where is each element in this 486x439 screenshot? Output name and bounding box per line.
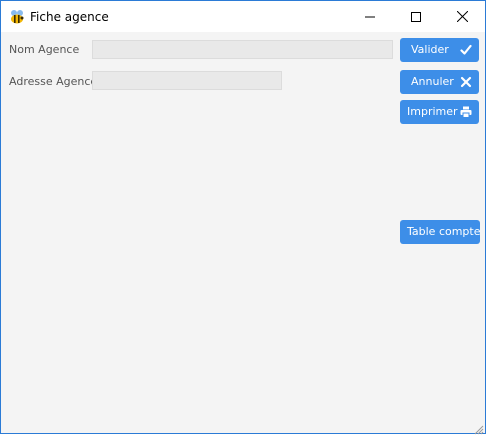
checkmark-icon xyxy=(460,44,472,56)
adresse-agence-input[interactable] xyxy=(92,71,282,90)
nom-agence-label: Nom Agence xyxy=(9,43,80,56)
maximize-icon xyxy=(411,11,421,22)
bee-app-icon xyxy=(9,9,25,25)
valider-button[interactable]: Valider xyxy=(400,38,479,62)
minimize-button[interactable] xyxy=(347,1,393,32)
window-title: Fiche agence xyxy=(30,10,109,24)
adresse-agence-label: Adresse Agence xyxy=(9,75,98,88)
printer-icon xyxy=(460,106,472,118)
close-icon xyxy=(456,11,468,22)
close-button[interactable] xyxy=(439,1,485,32)
imprimer-button[interactable]: Imprimer xyxy=(400,100,479,124)
table-compte-label: Table compte xyxy=(407,225,481,238)
annuler-button[interactable]: Annuler xyxy=(400,70,479,94)
annuler-label: Annuler xyxy=(411,75,454,88)
table-compte-button[interactable]: Table compte xyxy=(400,220,481,244)
cross-icon xyxy=(460,76,472,88)
maximize-button[interactable] xyxy=(393,1,439,32)
resize-grip-icon[interactable] xyxy=(472,420,484,435)
fiche-agence-window: Fiche agence Nom Agence Adresse Agence V… xyxy=(0,0,486,435)
valider-label: Valider xyxy=(411,43,449,56)
title-bar[interactable]: Fiche agence xyxy=(1,1,485,32)
nom-agence-input[interactable] xyxy=(92,40,393,59)
minimize-icon xyxy=(365,12,375,22)
imprimer-label: Imprimer xyxy=(407,105,458,118)
